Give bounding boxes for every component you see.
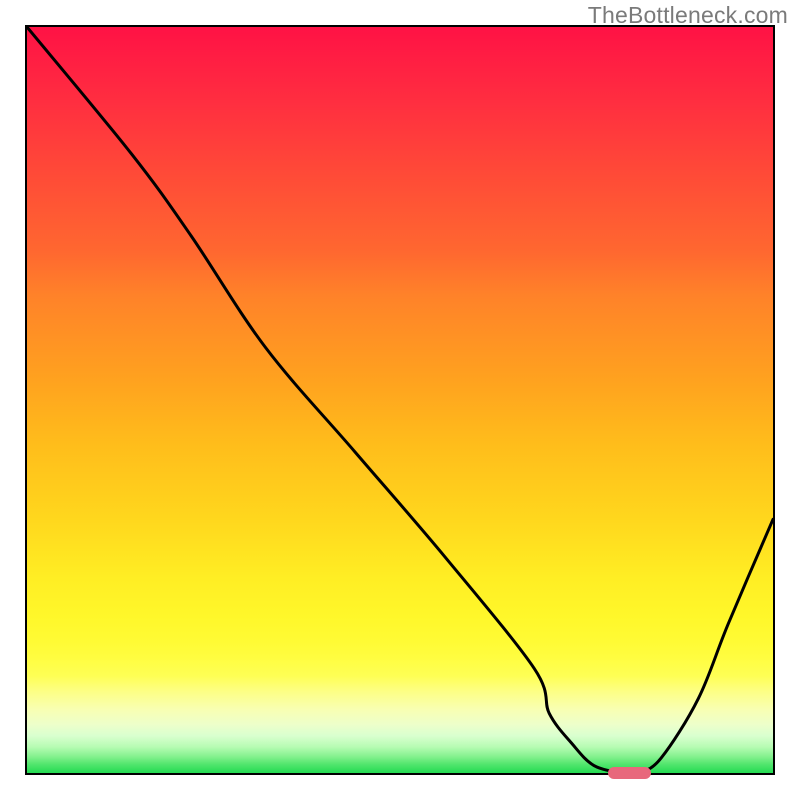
bottleneck-curve: [27, 27, 773, 773]
chart-container: TheBottleneck.com: [0, 0, 800, 800]
optimal-marker: [608, 767, 651, 779]
plot-area: [25, 25, 775, 775]
